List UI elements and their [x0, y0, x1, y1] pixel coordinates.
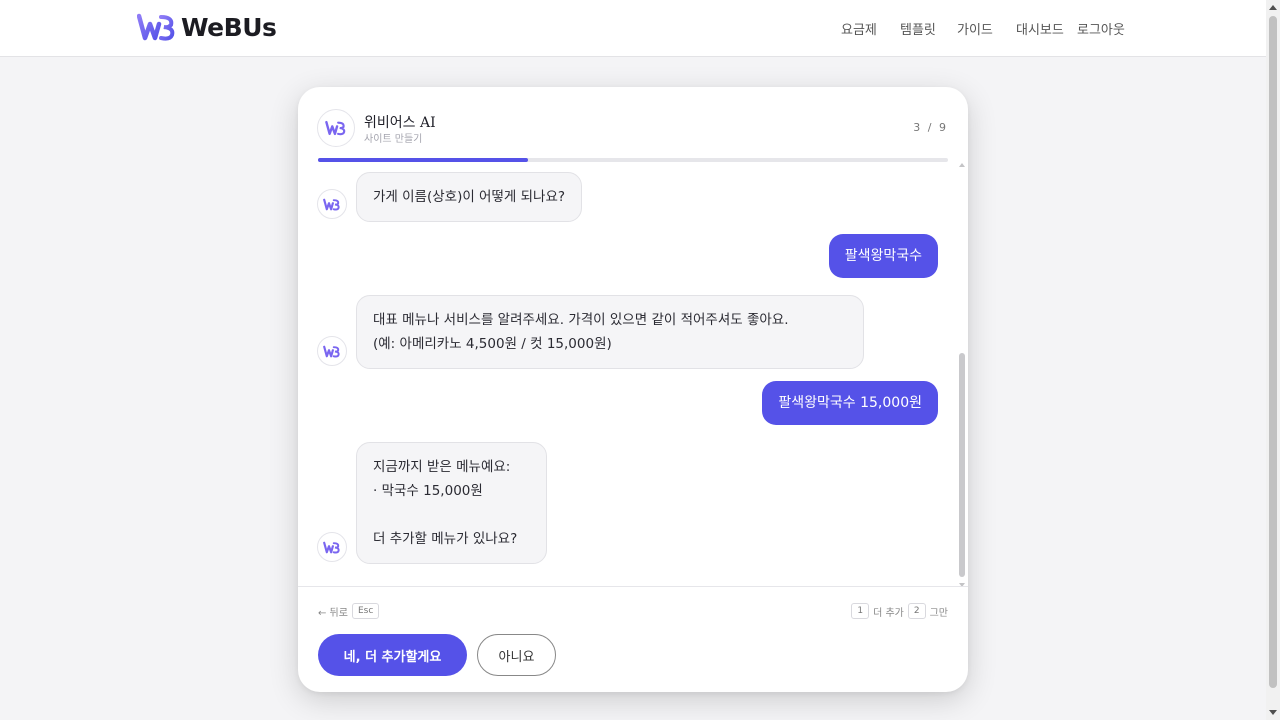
- progress-bar: [318, 158, 948, 162]
- bot-message: 가게 이름(상호)이 어떻게 되나요?: [356, 172, 583, 222]
- key-1-label: 더 추가: [873, 607, 904, 619]
- bot-avatar: [317, 189, 347, 219]
- progress-fill: [318, 158, 528, 162]
- webus-logo-icon: [137, 13, 175, 41]
- chat-title: 위비어스 AI: [364, 115, 436, 131]
- chat-scroll-thumb[interactable]: [959, 353, 965, 577]
- scroll-thumb[interactable]: [1269, 16, 1277, 688]
- step-counter: 3 / 9: [913, 121, 948, 134]
- top-navigation-bar: WeBUs 요금제 템플릿 가이드 대시보드 로그아웃: [0, 0, 1266, 57]
- nav-logout[interactable]: 로그아웃: [1077, 19, 1125, 38]
- webus-logo-icon: [323, 345, 340, 357]
- scroll-up-icon[interactable]: [1269, 5, 1277, 10]
- webus-logo-icon: [325, 120, 346, 136]
- chat-card: 위비어스 AI 사이트 만들기 3 / 9 가게 이름(상호)이 어떻게 되나요…: [298, 87, 968, 692]
- webus-logo-icon: [323, 541, 340, 553]
- back-label[interactable]: ← 뒤로: [318, 604, 348, 619]
- chat-subtitle: 사이트 만들기: [364, 134, 423, 145]
- bot-message: 지금까지 받은 메뉴예요: · 막국수 15,000원 더 추가할 메뉴가 있나…: [356, 442, 547, 564]
- chat-scrollbar[interactable]: [958, 163, 966, 587]
- brand-name: WeBUs: [181, 12, 277, 42]
- bot-avatar: [317, 336, 347, 366]
- back-hint[interactable]: ← 뒤로 Esc: [318, 603, 380, 619]
- webus-logo-icon: [323, 198, 340, 210]
- bot-message: 대표 메뉴나 서비스를 알려주세요. 가격이 있으면 같이 적어주셔도 좋아요.…: [356, 295, 864, 369]
- footer-divider: [298, 586, 968, 587]
- nav-pricing[interactable]: 요금제: [841, 19, 877, 38]
- scroll-down-icon[interactable]: [1269, 710, 1277, 715]
- esc-key: Esc: [351, 603, 380, 619]
- webus-logo[interactable]: WeBUs: [137, 12, 277, 42]
- assistant-avatar: [317, 109, 355, 147]
- no-button[interactable]: 아니요: [477, 634, 556, 676]
- shortcut-hints: 1 더 추가 2 그만: [851, 603, 948, 619]
- add-more-button[interactable]: 네, 더 추가할게요: [318, 634, 467, 676]
- nav-dashboard[interactable]: 대시보드: [1016, 19, 1064, 38]
- chat-scroll-up-icon[interactable]: [959, 163, 965, 167]
- bot-avatar: [317, 532, 347, 562]
- key-2-label: 그만: [929, 607, 948, 619]
- user-message: 팔색왕막국수: [828, 234, 938, 278]
- page-scrollbar[interactable]: [1266, 0, 1280, 720]
- user-message: 팔색왕막국수 15,000원: [762, 381, 938, 425]
- key-2: 2: [907, 603, 926, 619]
- nav-guide[interactable]: 가이드: [957, 19, 993, 38]
- key-1: 1: [851, 603, 870, 619]
- nav-templates[interactable]: 템플릿: [900, 19, 936, 38]
